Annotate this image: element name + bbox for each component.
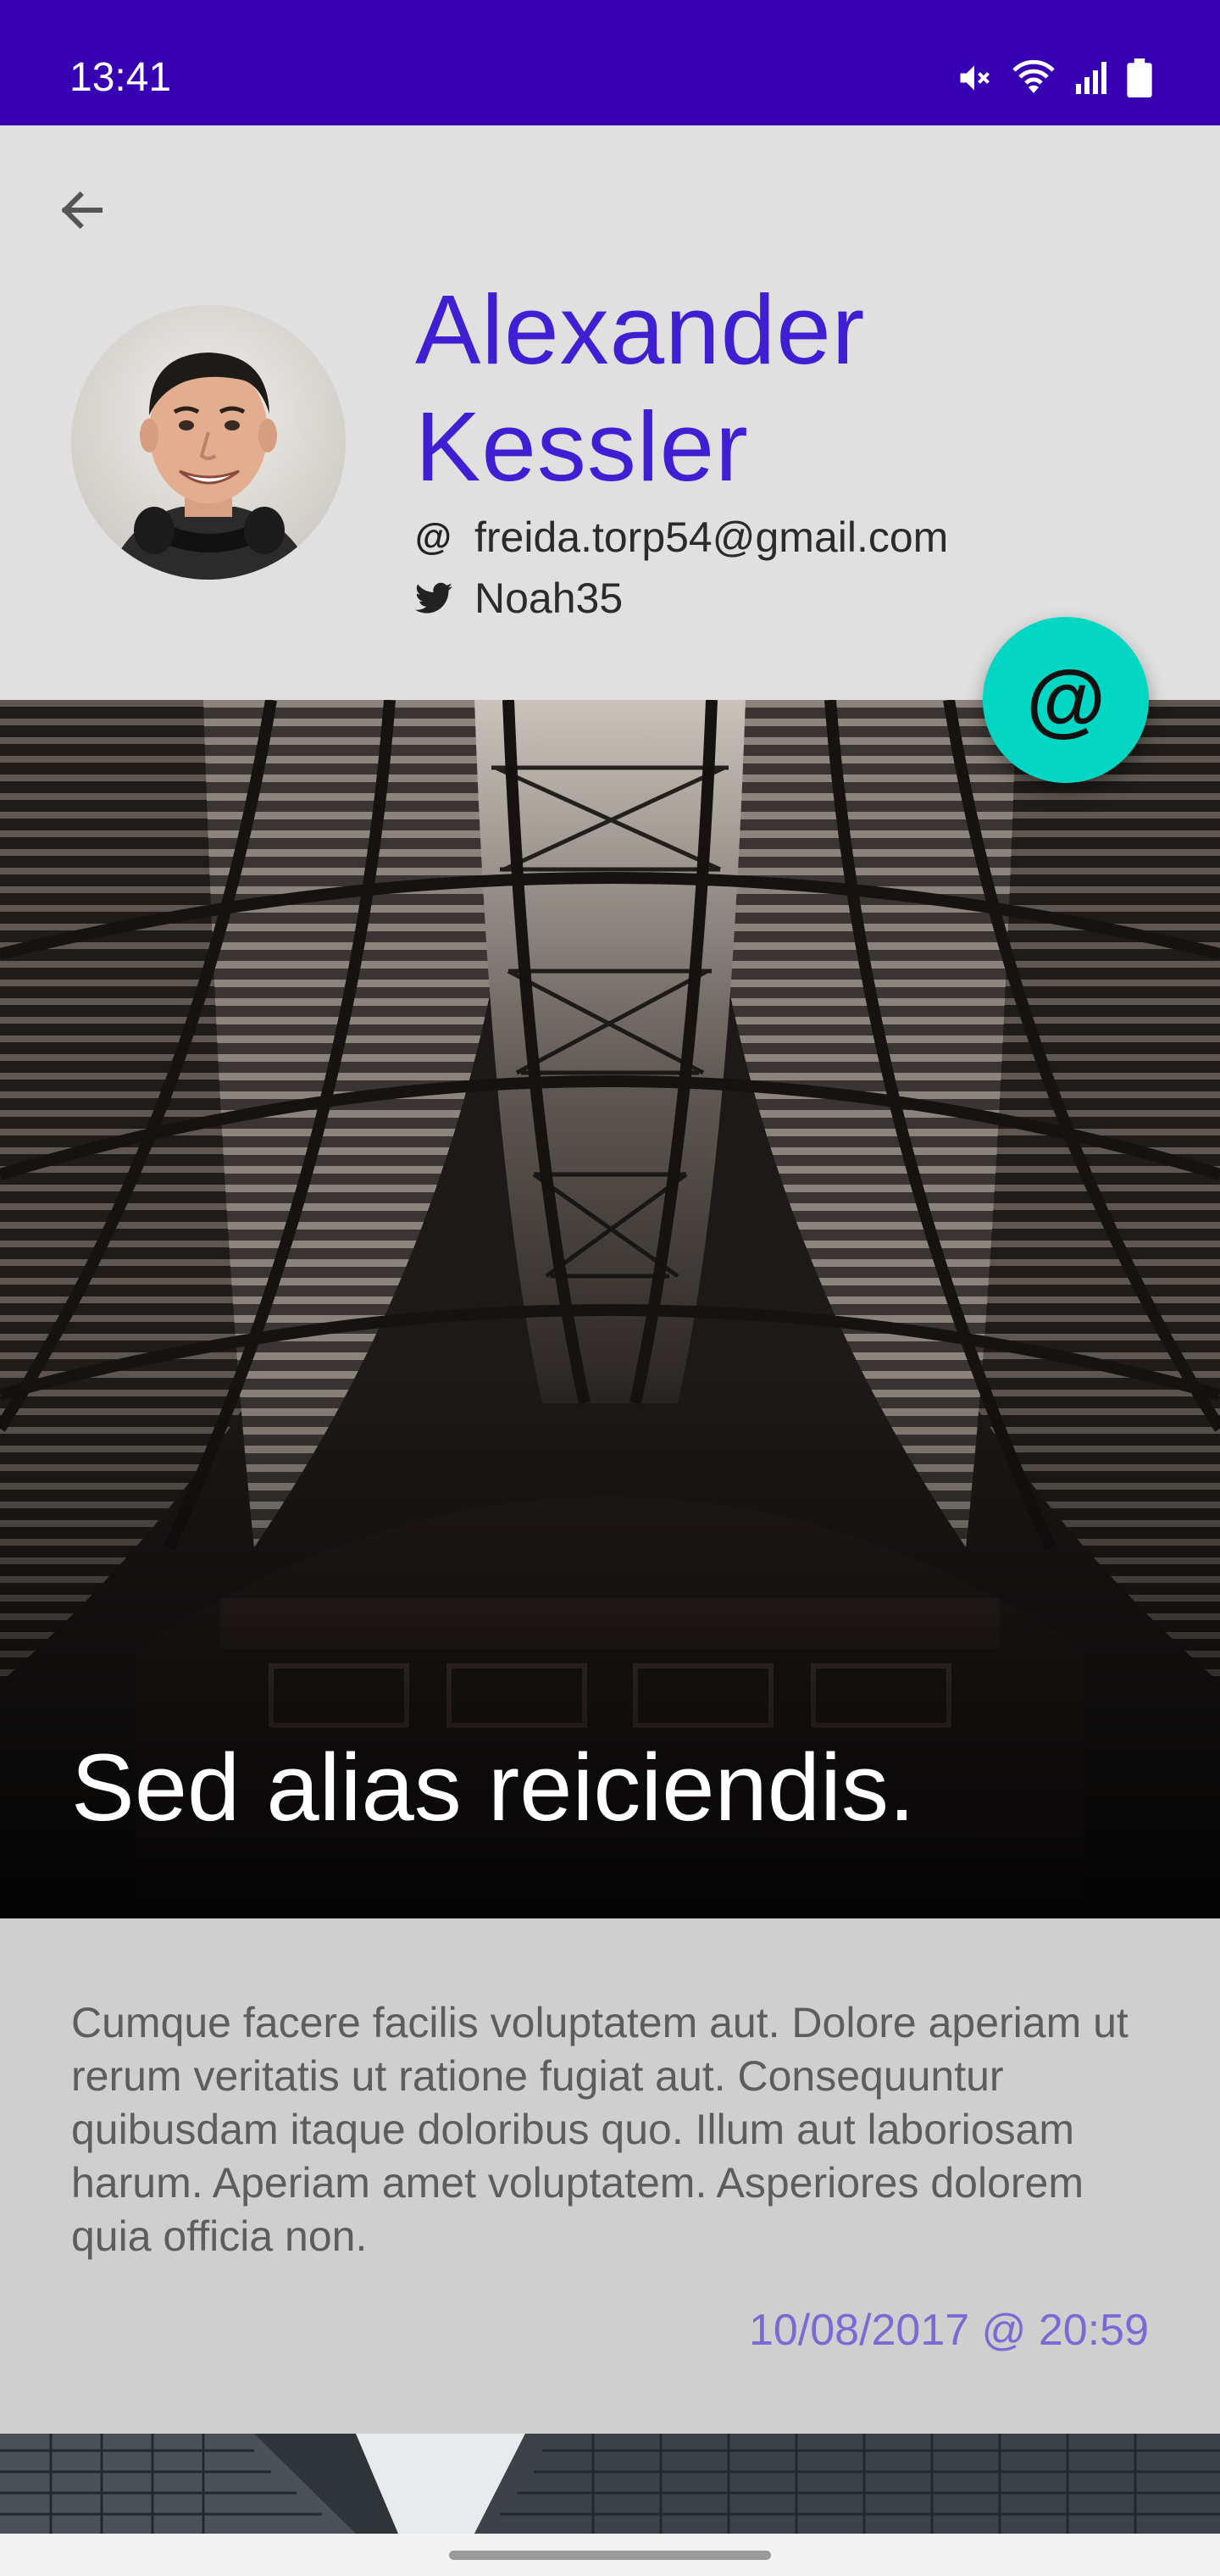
email-text: freida.torp54@gmail.com bbox=[474, 514, 949, 561]
system-nav-bar bbox=[0, 2534, 1220, 2576]
mute-icon bbox=[956, 59, 993, 97]
profile-name: Alexander Kessler bbox=[415, 271, 1110, 505]
signal-icon bbox=[1074, 60, 1108, 96]
profile-last-name: Kessler bbox=[415, 391, 749, 502]
at-fab-icon: @ bbox=[1026, 654, 1106, 745]
back-button[interactable] bbox=[47, 178, 115, 246]
post-title: Sed alias reiciendis. bbox=[71, 1735, 916, 1840]
next-post-image[interactable] bbox=[0, 2434, 1220, 2534]
wifi-icon bbox=[1012, 59, 1056, 97]
profile-header: Alexander Kessler @ freida.torp54@gmail.… bbox=[0, 125, 1220, 700]
profile-first-name: Alexander bbox=[415, 275, 866, 385]
status-icons bbox=[956, 56, 1152, 100]
home-indicator[interactable] bbox=[449, 2551, 771, 2560]
at-icon: @ bbox=[415, 516, 452, 558]
email-fab-button[interactable]: @ bbox=[983, 617, 1149, 783]
twitter-row[interactable]: Noah35 bbox=[415, 571, 623, 625]
post-body-text: Cumque facere facilis voluptatem aut. Do… bbox=[71, 1999, 1128, 2260]
post-card-body[interactable]: Cumque facere facilis voluptatem aut. Do… bbox=[0, 1918, 1220, 2434]
arrow-back-icon bbox=[53, 182, 109, 242]
avatar bbox=[71, 305, 346, 580]
post-date: 10/08/2017 @ 20:59 bbox=[748, 2306, 1149, 2355]
status-time: 13:41 bbox=[69, 55, 172, 100]
twitter-icon bbox=[415, 575, 461, 621]
status-bar: 13:41 bbox=[0, 0, 1220, 125]
email-row[interactable]: @ freida.torp54@gmail.com bbox=[415, 510, 948, 564]
battery-icon bbox=[1127, 58, 1152, 97]
twitter-handle: Noah35 bbox=[474, 575, 624, 622]
